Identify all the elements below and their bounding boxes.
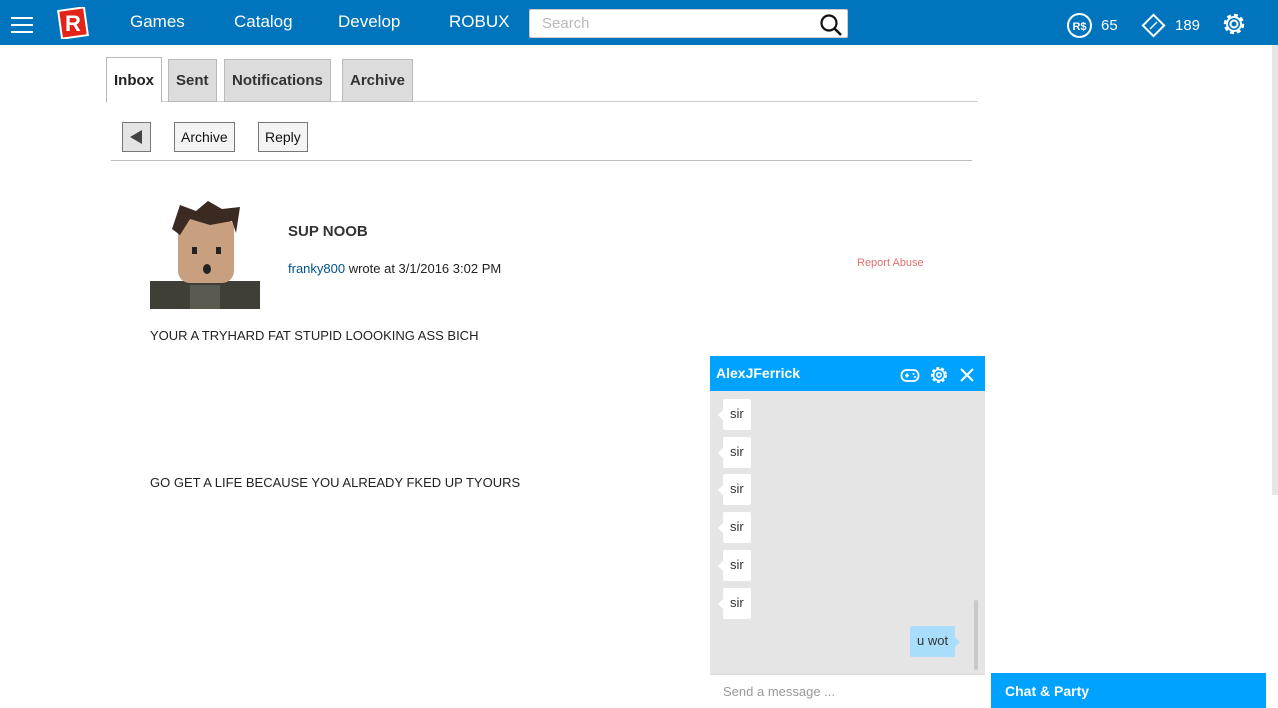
chat-message-incoming: sir [718, 512, 751, 543]
nav-games[interactable]: Games [130, 12, 185, 32]
message-timestamp: wrote at 3/1/2016 3:02 PM [345, 261, 502, 276]
top-navbar: R Games Catalog Develop ROBUX R$ 65 189 [0, 0, 1278, 45]
search-icon[interactable] [818, 13, 844, 37]
tickets-balance[interactable]: 189 [1140, 12, 1200, 39]
tab-notifications[interactable]: Notifications [224, 59, 331, 102]
author-link[interactable]: franky800 [288, 261, 345, 276]
report-abuse-link[interactable]: Report Abuse [857, 257, 924, 269]
chat-message-input[interactable] [710, 675, 985, 707]
roblox-logo[interactable]: R [57, 7, 89, 39]
message-body-line: GO GET A LIFE BECAUSE YOU ALREADY FKED U… [150, 475, 521, 490]
chat-scrollbar[interactable] [974, 600, 978, 670]
message-meta: franky800 wrote at 3/1/2016 3:02 PM [288, 261, 501, 276]
chat-message-incoming: sir [718, 550, 751, 581]
chat-message-incoming: sir [718, 399, 751, 430]
svg-text:R$: R$ [1072, 21, 1086, 33]
message-body-line: YOUR A TRYHARD FAT STUPID LOOOKING ASS B… [150, 328, 479, 343]
back-arrow-icon [130, 130, 142, 144]
nav-develop[interactable]: Develop [338, 12, 400, 32]
chat-party-button[interactable]: Chat & Party [991, 673, 1266, 708]
chat-header[interactable]: AlexJFerrick [710, 356, 985, 391]
chat-message-incoming: sir [718, 437, 751, 468]
nav-robux[interactable]: ROBUX [449, 12, 509, 32]
settings-gear-icon[interactable] [1219, 9, 1249, 39]
robux-balance[interactable]: R$ 65 [1066, 12, 1118, 39]
reply-button[interactable]: Reply [258, 122, 308, 152]
chat-settings-icon[interactable] [929, 365, 949, 385]
chat-input-area [710, 674, 985, 708]
robux-amount: 65 [1101, 17, 1118, 34]
chat-title: AlexJFerrick [716, 365, 801, 381]
robux-icon: R$ [1067, 13, 1092, 38]
close-icon[interactable] [957, 365, 977, 385]
nav-catalog[interactable]: Catalog [234, 12, 293, 32]
message-tabs: Inbox Sent Notifications Archive [106, 57, 978, 103]
chat-message-incoming: sir [718, 588, 751, 619]
sender-avatar[interactable] [150, 199, 260, 309]
chat-window: AlexJFerrick sir sir sir sir sir sir u w… [710, 356, 985, 708]
message-toolbar: Archive Reply [111, 113, 972, 161]
search-input[interactable] [530, 10, 810, 37]
search-box [529, 9, 848, 38]
tab-archive[interactable]: Archive [342, 59, 414, 102]
tab-sent[interactable]: Sent [168, 59, 217, 102]
party-game-icon[interactable] [900, 365, 920, 385]
tab-inbox[interactable]: Inbox [106, 57, 162, 103]
chat-message-incoming: sir [718, 474, 751, 505]
tickets-amount: 189 [1175, 17, 1201, 34]
page-scrollbar[interactable] [1272, 45, 1278, 495]
svg-text:R: R [65, 11, 81, 36]
ticket-icon [1141, 13, 1166, 38]
archive-button[interactable]: Archive [174, 122, 235, 152]
back-button[interactable] [122, 122, 151, 152]
message-subject: SUP NOOB [288, 223, 368, 240]
chat-message-outgoing: u wot [910, 626, 961, 657]
menu-icon[interactable] [11, 17, 33, 33]
